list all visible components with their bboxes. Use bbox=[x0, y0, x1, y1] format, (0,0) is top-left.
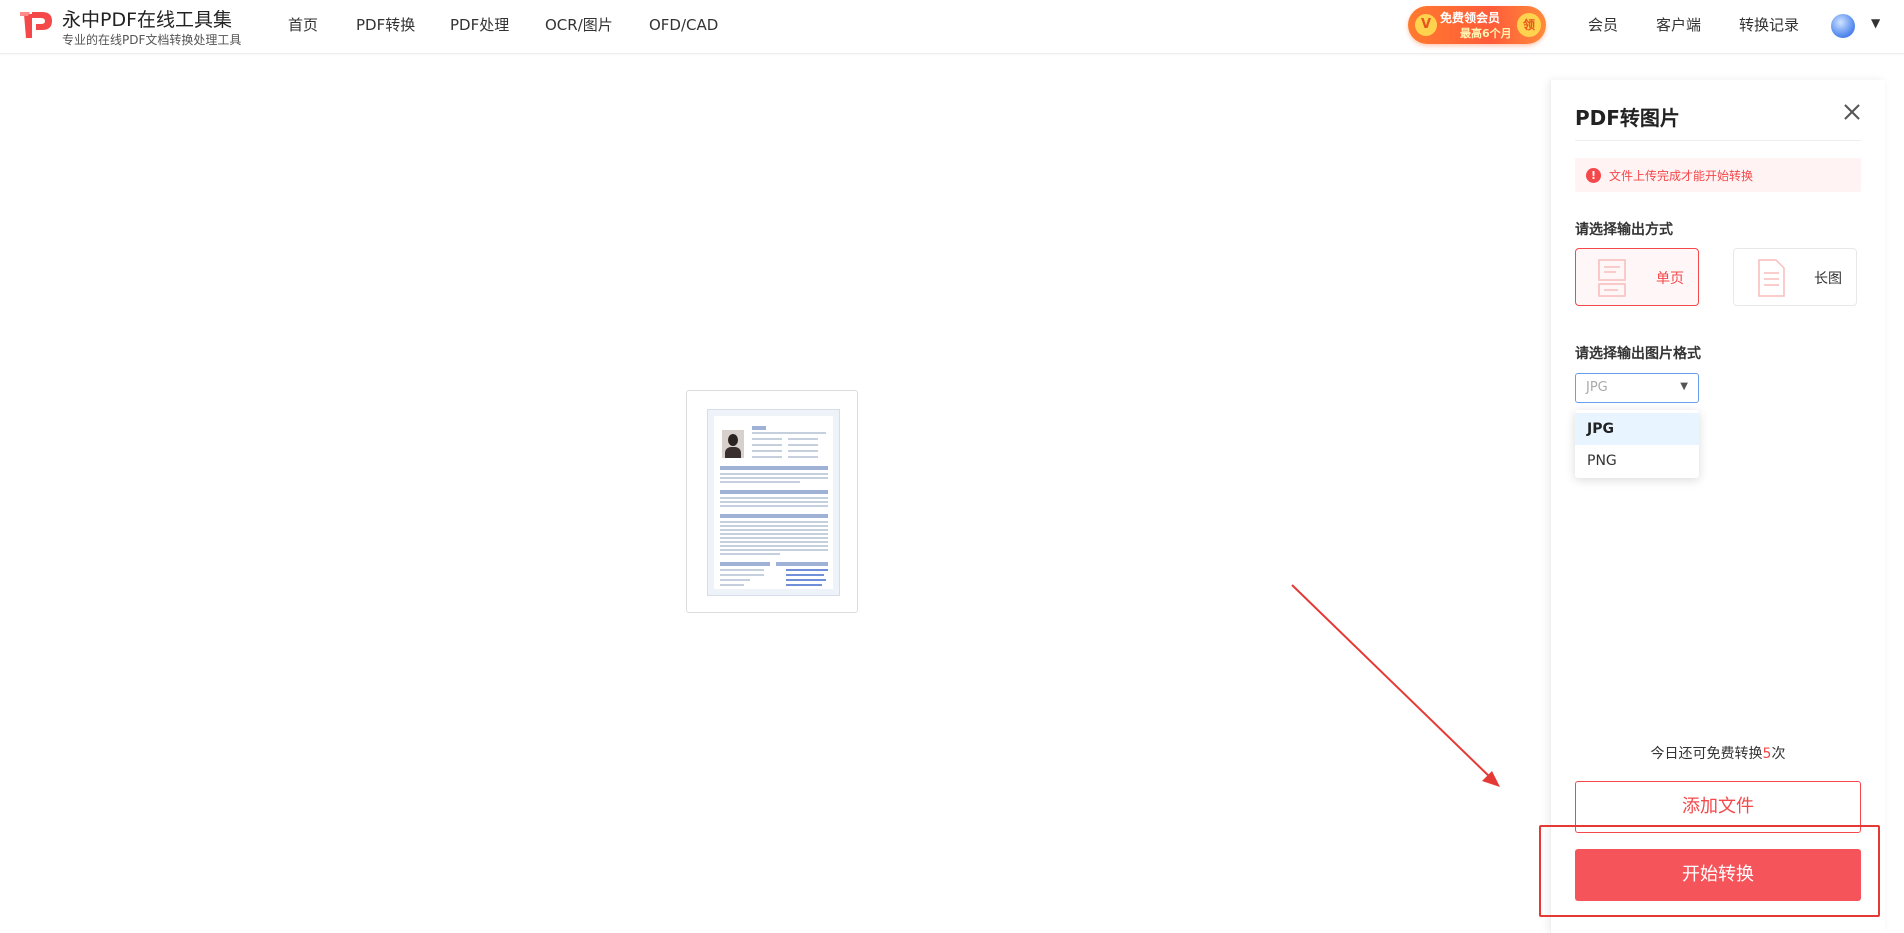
format-select[interactable]: JPG ▼ bbox=[1575, 373, 1699, 403]
preview-line bbox=[788, 450, 818, 452]
preview-line bbox=[720, 541, 828, 543]
preview-line bbox=[720, 505, 828, 507]
promo-free-vip-banner[interactable]: V 免费领会员 最高6个月 领 bbox=[1408, 6, 1546, 44]
preview-line bbox=[752, 444, 782, 446]
output-mode-label: 请选择输出方式 bbox=[1575, 222, 1673, 238]
remaining-conversions: 今日还可免费转换5次 bbox=[1551, 743, 1885, 763]
preview-line bbox=[752, 432, 826, 434]
nav-pdf-process[interactable]: PDF处理 bbox=[450, 0, 509, 53]
caret-down-icon: ▼ bbox=[1680, 381, 1688, 392]
preview-line bbox=[752, 438, 782, 440]
single-page-label: 单页 bbox=[1656, 271, 1684, 287]
nav-client[interactable]: 客户端 bbox=[1656, 0, 1701, 53]
nav-ocr-image[interactable]: OCR/图片 bbox=[545, 0, 613, 53]
vip-v-icon: V bbox=[1415, 14, 1437, 36]
preview-section-header bbox=[776, 562, 828, 566]
top-header: 永中PDF在线工具集 专业的在线PDF文档转换处理工具 首页 PDF转换 PDF… bbox=[0, 0, 1904, 54]
resume-page-preview bbox=[714, 416, 833, 589]
preview-line bbox=[720, 473, 828, 475]
user-avatar[interactable] bbox=[1831, 14, 1855, 38]
brand-subtitle: 专业的在线PDF文档转换处理工具 bbox=[62, 33, 242, 47]
divider bbox=[1575, 140, 1861, 141]
nav-ofd-cad[interactable]: OFD/CAD bbox=[649, 0, 718, 53]
pdf-page-preview bbox=[707, 409, 840, 596]
preview-line bbox=[720, 501, 828, 503]
preview-line bbox=[720, 497, 828, 499]
preview-line bbox=[720, 533, 828, 535]
long-image-label: 长图 bbox=[1814, 271, 1842, 287]
preview-line bbox=[720, 553, 780, 555]
nav-membership[interactable]: 会员 bbox=[1588, 0, 1618, 53]
preview-line bbox=[720, 529, 828, 531]
preview-line bbox=[788, 438, 818, 440]
remaining-prefix: 今日还可免费转换 bbox=[1650, 746, 1763, 762]
preview-section-header bbox=[720, 562, 770, 566]
preview-line bbox=[720, 525, 828, 527]
preview-line bbox=[788, 444, 818, 446]
preview-line bbox=[752, 450, 782, 452]
yozo-logo-icon[interactable] bbox=[20, 8, 54, 42]
preview-line bbox=[752, 426, 766, 430]
preview-skill-bar bbox=[786, 569, 828, 571]
preview-line bbox=[720, 584, 744, 586]
long-image-icon bbox=[1758, 259, 1785, 297]
preview-line bbox=[720, 481, 800, 483]
format-option-png[interactable]: PNG bbox=[1575, 445, 1699, 477]
brand-title[interactable]: 永中PDF在线工具集 bbox=[62, 5, 232, 32]
preview-skill-bar bbox=[786, 579, 826, 581]
preview-section-header bbox=[720, 490, 828, 494]
single-page-icon bbox=[1598, 259, 1626, 297]
nav-pdf-convert[interactable]: PDF转换 bbox=[356, 0, 415, 53]
preview-line bbox=[720, 477, 828, 479]
preview-section-header bbox=[720, 514, 828, 518]
annotation-arrow bbox=[1291, 584, 1500, 787]
preview-line bbox=[720, 569, 764, 571]
output-mode-single-page[interactable]: 单页 bbox=[1575, 248, 1699, 306]
nav-home[interactable]: 首页 bbox=[288, 0, 318, 53]
remaining-suffix: 次 bbox=[1771, 746, 1786, 762]
format-dropdown: JPG PNG bbox=[1575, 410, 1699, 478]
preview-line bbox=[720, 579, 750, 581]
format-select-value: JPG bbox=[1586, 380, 1608, 395]
nav-history[interactable]: 转换记录 bbox=[1739, 0, 1799, 53]
profile-photo-image bbox=[722, 430, 744, 458]
preview-line bbox=[720, 545, 828, 547]
preview-line bbox=[720, 549, 828, 551]
promo-claim-badge: 领 bbox=[1517, 13, 1541, 37]
preview-line bbox=[720, 521, 828, 523]
upload-alert: ! 文件上传完成才能开始转换 bbox=[1575, 158, 1861, 192]
preview-skill-bar bbox=[786, 584, 822, 586]
annotation-highlight-box bbox=[1539, 825, 1880, 917]
preview-line bbox=[720, 574, 764, 576]
promo-line1: 免费领会员 bbox=[1440, 11, 1501, 25]
preview-line bbox=[788, 456, 818, 458]
output-mode-long-image[interactable]: 长图 bbox=[1733, 248, 1857, 306]
caret-down-icon[interactable]: ▼ bbox=[1871, 16, 1880, 30]
format-option-jpg[interactable]: JPG bbox=[1575, 413, 1699, 445]
alert-text: 文件上传完成才能开始转换 bbox=[1609, 169, 1754, 183]
convert-settings-panel: PDF转图片 ! 文件上传完成才能开始转换 请选择输出方式 单页 长图 请选择输… bbox=[1550, 80, 1885, 933]
panel-title: PDF转图片 bbox=[1575, 106, 1680, 130]
preview-skill-bar bbox=[786, 574, 824, 576]
format-label: 请选择输出图片格式 bbox=[1575, 346, 1701, 362]
warning-icon: ! bbox=[1586, 168, 1601, 183]
preview-section-header bbox=[720, 466, 828, 470]
close-icon[interactable] bbox=[1841, 101, 1863, 123]
promo-line2: 最高6个月 bbox=[1460, 27, 1512, 40]
preview-line bbox=[720, 537, 828, 539]
preview-line bbox=[752, 456, 782, 458]
pdf-file-thumbnail[interactable] bbox=[686, 390, 858, 613]
